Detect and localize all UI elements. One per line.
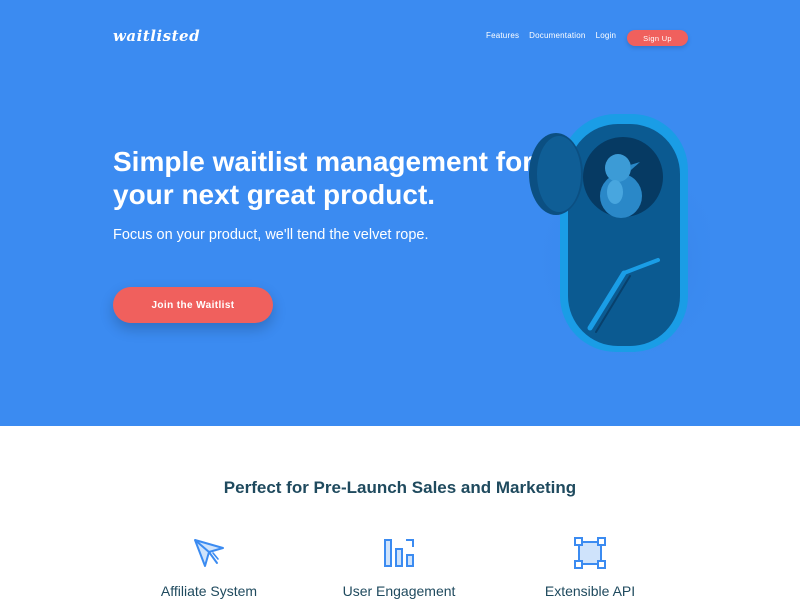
feature-extensible-api: Extensible API (500, 536, 680, 599)
top-nav: Features Documentation Login (486, 31, 626, 40)
hero-section: waitlisted Features Documentation Login … (0, 0, 800, 426)
feature-label: User Engagement (342, 583, 456, 599)
sign-up-button[interactable]: Sign Up (627, 30, 688, 46)
join-waitlist-button[interactable]: Join the Waitlist (113, 287, 273, 323)
cuckoo-clock-illustration (529, 114, 710, 370)
logo[interactable]: waitlisted (113, 27, 200, 45)
bird-figure (600, 154, 642, 218)
nav-link-login[interactable]: Login (596, 31, 617, 40)
bounding-box-icon (574, 537, 606, 569)
feature-user-engagement: User Engagement (309, 536, 489, 599)
hero-headline: Simple waitlist management for your next… (113, 146, 534, 210)
bar-chart-icon (384, 539, 414, 567)
nav-link-documentation[interactable]: Documentation (529, 31, 585, 40)
features-title: Perfect for Pre-Launch Sales and Marketi… (223, 478, 577, 497)
feature-label: Extensible API (544, 583, 636, 599)
hero-subline: Focus on your product, we'll tend the ve… (113, 227, 429, 243)
feature-affiliate-system: Affiliate System (119, 536, 299, 599)
feature-label: Affiliate System (160, 583, 258, 599)
nav-link-features[interactable]: Features (486, 31, 519, 40)
paper-plane-icon (194, 539, 224, 567)
